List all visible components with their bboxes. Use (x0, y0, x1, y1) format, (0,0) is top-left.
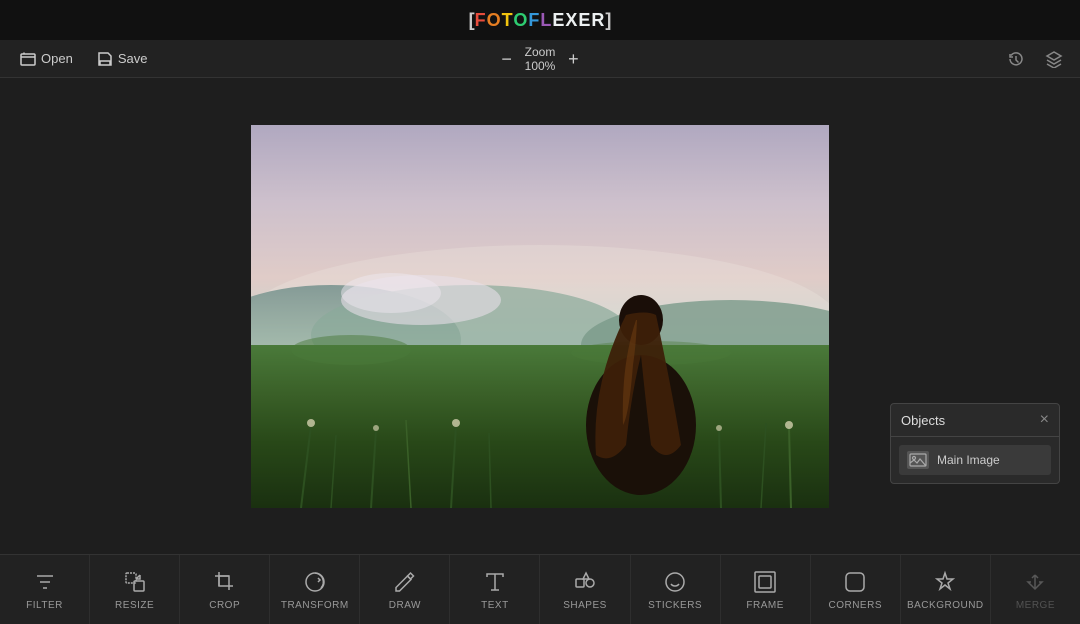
zoom-in-button[interactable]: + (563, 49, 583, 69)
shapes-icon (571, 568, 599, 596)
tool-draw-label: DRAW (389, 600, 421, 611)
save-button[interactable]: Save (89, 47, 156, 71)
tool-transform-label: TRANSFORM (281, 600, 349, 611)
object-item-icon (907, 451, 929, 469)
zoom-value: 100% (525, 59, 556, 73)
history-button[interactable] (1002, 45, 1030, 73)
objects-close-button[interactable]: × (1040, 412, 1049, 428)
photo-image (251, 125, 829, 508)
tool-background-label: BACKGROUND (907, 600, 984, 611)
tool-background[interactable]: BACKGROUND (901, 555, 991, 624)
tool-transform[interactable]: TRANSFORM (270, 555, 360, 624)
object-item-label: Main Image (937, 453, 1000, 467)
tool-corners[interactable]: CORNERS (811, 555, 901, 624)
tool-stickers[interactable]: STICKERS (631, 555, 721, 624)
filter-icon (31, 568, 59, 596)
objects-panel-header: Objects × (891, 404, 1059, 437)
tool-merge: MERGE (991, 555, 1080, 624)
objects-panel-title: Objects (901, 413, 945, 428)
tool-text[interactable]: TEXT (450, 555, 540, 624)
merge-icon (1021, 568, 1049, 596)
transform-icon (301, 568, 329, 596)
object-item-main-image[interactable]: Main Image (899, 445, 1051, 475)
zoom-out-button[interactable]: − (497, 49, 517, 69)
tool-corners-label: CORNERS (828, 600, 882, 611)
logo-bracket-right: ] (605, 10, 611, 31)
zoom-title: Zoom (525, 45, 556, 59)
tool-draw[interactable]: DRAW (360, 555, 450, 624)
frame-icon (751, 568, 779, 596)
logo-text: FOTOFLEXER (475, 10, 606, 31)
toolbar: Open Save − Zoom 100% + (0, 40, 1080, 78)
text-icon (481, 568, 509, 596)
save-label: Save (118, 51, 148, 66)
tool-frame-label: FRAME (746, 600, 784, 611)
zoom-info: Zoom 100% (525, 45, 556, 73)
tool-crop-label: CROP (209, 600, 240, 611)
stickers-icon (661, 568, 689, 596)
tool-shapes-label: SHAPES (563, 600, 607, 611)
objects-panel: Objects × Main Image (890, 403, 1060, 484)
tool-resize-label: RESIZE (115, 600, 154, 611)
background-icon (931, 568, 959, 596)
tool-crop[interactable]: CROP (180, 555, 270, 624)
tool-filter-label: FILTER (26, 600, 63, 611)
open-button[interactable]: Open (12, 47, 81, 71)
tool-merge-label: MERGE (1016, 600, 1055, 611)
photo-canvas (251, 125, 829, 508)
toolbar-right (1002, 45, 1068, 73)
bottom-toolbar: FILTER RESIZE CROP (0, 554, 1080, 624)
tool-resize[interactable]: RESIZE (90, 555, 180, 624)
crop-icon (211, 568, 239, 596)
objects-panel-body: Main Image (891, 437, 1059, 483)
tool-text-label: TEXT (481, 600, 509, 611)
tool-shapes[interactable]: SHAPES (540, 555, 630, 624)
canvas-area: Objects × Main Image (0, 78, 1080, 554)
open-label: Open (41, 51, 73, 66)
corners-icon (841, 568, 869, 596)
tool-frame[interactable]: FRAME (721, 555, 811, 624)
app-logo: [ FOTOFLEXER ] (469, 10, 612, 31)
resize-icon (121, 568, 149, 596)
zoom-control: − Zoom 100% + (497, 45, 584, 73)
draw-icon (391, 568, 419, 596)
tool-stickers-label: STICKERS (648, 600, 702, 611)
layers-button[interactable] (1040, 45, 1068, 73)
tool-filter[interactable]: FILTER (0, 555, 90, 624)
top-bar: [ FOTOFLEXER ] (0, 0, 1080, 40)
